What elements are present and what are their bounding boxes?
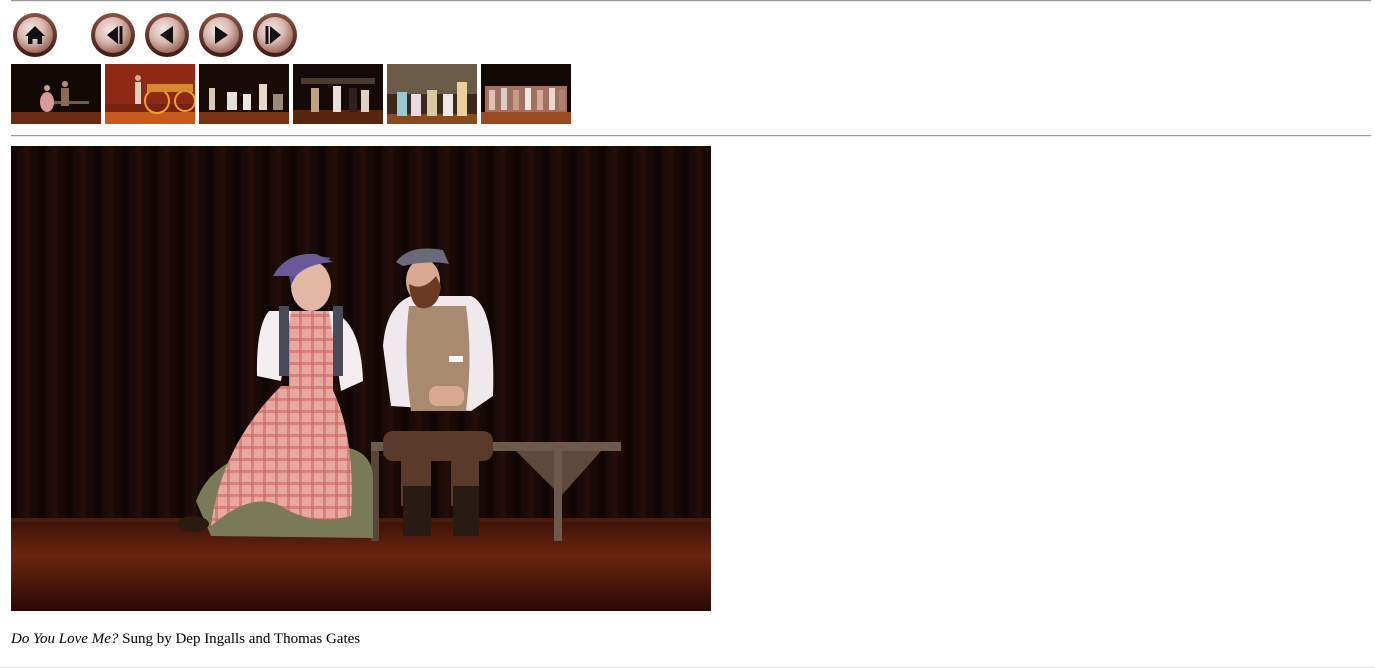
last-button[interactable]	[252, 12, 298, 58]
next-icon	[199, 13, 243, 57]
thumbnail-image	[199, 64, 289, 124]
next-button[interactable]	[198, 12, 244, 58]
gallery-page: Do You Love Me? Sung by Dep Ingalls and …	[0, 0, 1375, 668]
thumbnail-image	[11, 64, 101, 124]
thumbnail-3[interactable]	[199, 64, 289, 124]
last-icon	[253, 13, 297, 57]
thumbnail-image	[481, 64, 571, 124]
thumbnail-2[interactable]	[105, 64, 195, 124]
previous-button[interactable]	[144, 12, 190, 58]
previous-icon	[145, 13, 189, 57]
stage-photo	[11, 146, 711, 611]
thumbnail-6[interactable]	[481, 64, 571, 124]
first-icon	[91, 13, 135, 57]
middle-divider	[11, 135, 1371, 137]
thumbnail-image	[105, 64, 195, 124]
home-icon	[13, 13, 57, 57]
photo-caption: Do You Love Me? Sung by Dep Ingalls and …	[11, 631, 360, 648]
caption-text: Sung by Dep Ingalls and Thomas Gates	[118, 631, 361, 647]
thumbnail-image	[387, 64, 477, 124]
thumbnail-1[interactable]	[11, 64, 101, 124]
song-title: Do You Love Me?	[11, 631, 119, 647]
thumbnail-image	[293, 64, 383, 124]
main-photo	[11, 146, 711, 611]
thumbnail-5[interactable]	[387, 64, 477, 124]
top-divider	[11, 0, 1371, 2]
home-button[interactable]	[12, 12, 58, 58]
thumbnail-4[interactable]	[293, 64, 383, 124]
first-button[interactable]	[90, 12, 136, 58]
